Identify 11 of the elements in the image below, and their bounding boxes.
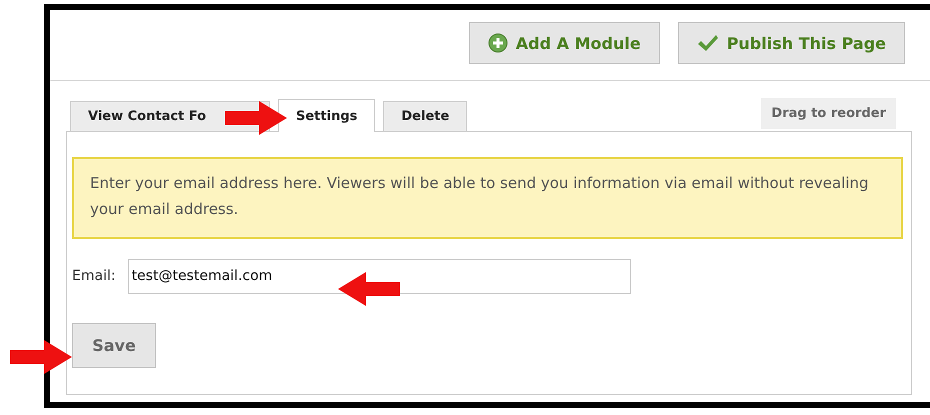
email-label: Email: <box>72 268 116 284</box>
tab[interactable]: Delete <box>383 101 468 131</box>
plus-circle-icon <box>488 33 508 53</box>
drag-handle[interactable]: Drag to reorder <box>761 98 896 129</box>
add-module-button[interactable]: Add A Module <box>468 22 660 64</box>
publish-button[interactable]: Publish This Page <box>678 22 905 64</box>
checkmark-icon <box>696 34 719 52</box>
email-field[interactable]: test@testemail.com <box>128 258 631 294</box>
tab[interactable]: Settings <box>278 99 376 132</box>
save-button[interactable]: Save <box>72 322 156 368</box>
info-notice: Enter your email address here. Viewers will be able to send you information via email without revealing your email address. <box>72 157 903 238</box>
